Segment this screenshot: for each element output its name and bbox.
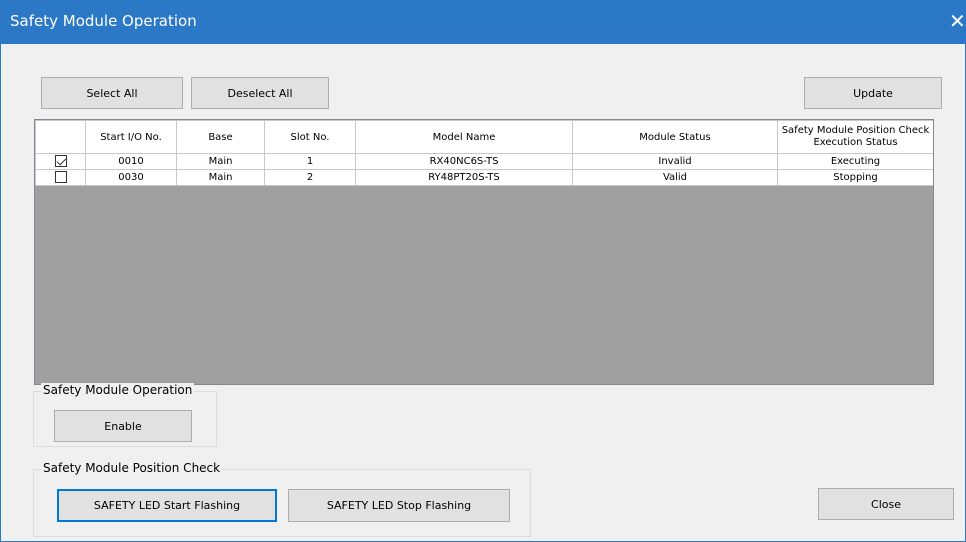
cell-start-io: 0030 bbox=[85, 169, 177, 186]
column-header-model-name[interactable]: Model Name bbox=[355, 120, 573, 154]
column-header-slot[interactable]: Slot No. bbox=[264, 120, 356, 154]
table-row[interactable]: 0030 Main 2 RY48PT20S-TS Valid Stopping bbox=[35, 169, 933, 186]
cell-base: Main bbox=[176, 153, 265, 170]
column-header-select bbox=[35, 120, 86, 154]
table-header-row: Start I/O No. Base Slot No. Model Name M… bbox=[35, 120, 933, 154]
stop-flashing-button[interactable]: SAFETY LED Stop Flashing bbox=[288, 489, 510, 522]
deselect-all-button[interactable]: Deselect All bbox=[191, 77, 329, 109]
row-checkbox[interactable] bbox=[54, 155, 67, 167]
column-header-position-check[interactable]: Safety Module Position Check Execution S… bbox=[777, 120, 933, 154]
select-all-button[interactable]: Select All bbox=[41, 77, 183, 109]
cell-module-status: Invalid bbox=[572, 153, 778, 170]
cell-model-name: RX40NC6S-TS bbox=[355, 153, 573, 170]
update-button[interactable]: Update bbox=[804, 77, 942, 109]
start-flashing-button[interactable]: SAFETY LED Start Flashing bbox=[57, 489, 277, 522]
enable-button[interactable]: Enable bbox=[54, 410, 192, 442]
cell-model-name: RY48PT20S-TS bbox=[355, 169, 573, 186]
window-title: Safety Module Operation bbox=[10, 12, 197, 30]
column-header-base[interactable]: Base bbox=[176, 120, 265, 154]
cell-position-check: Executing bbox=[777, 153, 933, 170]
cell-position-check: Stopping bbox=[777, 169, 933, 186]
column-header-start-io[interactable]: Start I/O No. bbox=[85, 120, 177, 154]
row-checkbox[interactable] bbox=[54, 171, 67, 183]
cell-start-io: 0010 bbox=[85, 153, 177, 170]
row-select-cell[interactable] bbox=[35, 153, 86, 170]
group-title: Safety Module Operation bbox=[41, 383, 195, 397]
cell-slot: 1 bbox=[264, 153, 356, 170]
row-select-cell[interactable] bbox=[35, 169, 86, 186]
close-icon[interactable]: ✕ bbox=[949, 11, 966, 33]
module-table: Start I/O No. Base Slot No. Model Name M… bbox=[35, 120, 933, 186]
column-header-module-status[interactable]: Module Status bbox=[572, 120, 778, 154]
title-bar[interactable]: Safety Module Operation ✕ bbox=[1, 1, 966, 44]
cell-module-status: Valid bbox=[572, 169, 778, 186]
group-title: Safety Module Position Check bbox=[41, 461, 223, 475]
module-grid[interactable]: Start I/O No. Base Slot No. Model Name M… bbox=[34, 119, 934, 385]
close-button[interactable]: Close bbox=[818, 488, 954, 520]
dialog-window: Safety Module Operation ✕ Select All Des… bbox=[0, 0, 966, 542]
cell-slot: 2 bbox=[264, 169, 356, 186]
cell-base: Main bbox=[176, 169, 265, 186]
table-row[interactable]: 0010 Main 1 RX40NC6S-TS Invalid Executin… bbox=[35, 153, 933, 170]
